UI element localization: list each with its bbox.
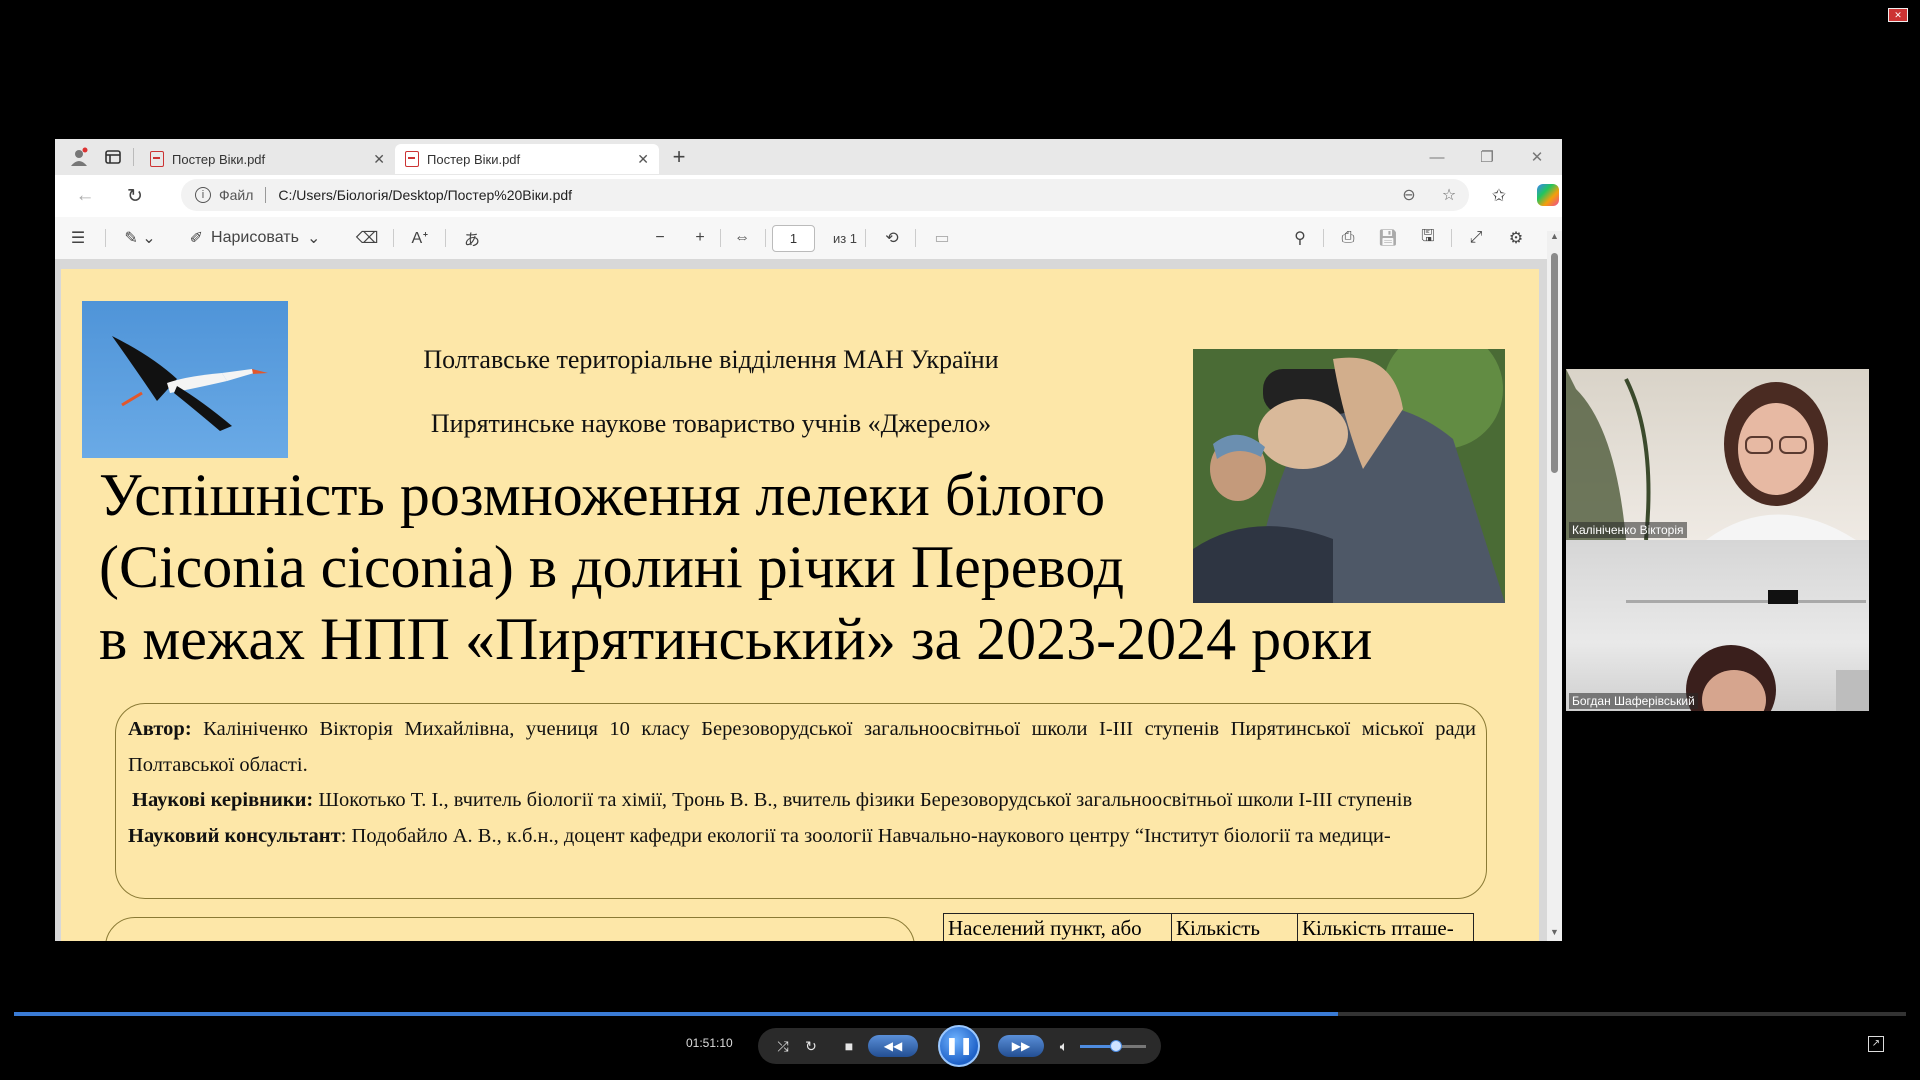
- player-controls: ⤮ ↻ ■ ◀◀ ❚❚ ▶▶ 🔈︎: [758, 1025, 1161, 1067]
- participant-video-2[interactable]: Богдан Шаферівський: [1566, 540, 1869, 711]
- info-icon[interactable]: i: [195, 187, 211, 203]
- rotate-icon[interactable]: ⟲: [875, 217, 909, 259]
- url-text[interactable]: C:/Users/Біологія/Desktop/Постер%20Віки.…: [278, 187, 1389, 203]
- zoom-out-icon[interactable]: −: [645, 217, 675, 259]
- pen-icon: ✐: [189, 230, 204, 247]
- supervisors-paragraph: Наукові керівники: Шокотько Т. І., вчите…: [128, 783, 1476, 819]
- minimize-icon[interactable]: —: [1412, 139, 1462, 175]
- contents-icon[interactable]: ☰: [63, 217, 93, 259]
- refresh-icon[interactable]: ↻: [115, 178, 155, 214]
- copilot-icon[interactable]: [1537, 184, 1559, 206]
- purpose-box: [105, 917, 915, 941]
- close-icon[interactable]: ✕: [637, 151, 649, 168]
- settings-gear-icon[interactable]: ⚙: [1499, 217, 1533, 259]
- nests-table: Населений пункт, або Кількість Кількість…: [943, 913, 1474, 941]
- new-tab-button[interactable]: +: [665, 143, 693, 171]
- tab-title: Постер Віки.pdf: [172, 151, 266, 167]
- search-icon[interactable]: ⚲: [1283, 217, 1317, 259]
- author-info-box: Автор: Калініченко Вікторія Михайлівна, …: [115, 703, 1487, 899]
- pdf-icon: [150, 151, 164, 167]
- title-line-1: Успішність розмноження лелеки білого: [99, 462, 1106, 528]
- supervisors-label: Наукові керівники:: [132, 789, 314, 811]
- table-header-cell: Кількість: [1171, 913, 1298, 941]
- volume-knob[interactable]: [1110, 1040, 1122, 1052]
- header-line-2: Пирятинське наукове товариство учнів «Дж…: [430, 409, 992, 438]
- read-aloud-icon[interactable]: Aᐩ: [405, 217, 435, 259]
- seek-progress: [14, 1012, 1339, 1016]
- page-total: из 1: [832, 230, 858, 246]
- scroll-up-icon[interactable]: ▲: [1549, 231, 1560, 241]
- fullscreen-icon[interactable]: ⤢: [1459, 217, 1493, 259]
- translate-icon[interactable]: あ: [455, 217, 489, 259]
- tab-1[interactable]: Постер Віки.pdf ✕: [140, 144, 395, 174]
- seek-bar[interactable]: [14, 1012, 1906, 1016]
- page-view-icon[interactable]: ▭: [925, 217, 959, 259]
- stork-image: [82, 301, 288, 458]
- timecode: 01:51:10: [686, 1036, 733, 1050]
- pdf-icon: [405, 151, 419, 167]
- table-header-cell: Кількість пташе-: [1297, 913, 1474, 941]
- scrollbar-thumb[interactable]: [1551, 253, 1558, 473]
- pdf-document-area[interactable]: Полтавське територіальне відділення МАН …: [55, 259, 1547, 941]
- tab-title: Постер Віки.pdf: [427, 151, 521, 167]
- zoom-icon[interactable]: ⊖: [1389, 185, 1429, 205]
- header-line-1: Полтавське територіальне відділення МАН …: [423, 345, 999, 374]
- volume-slider[interactable]: [1080, 1040, 1146, 1052]
- flag-icon[interactable]: ✕: [1888, 8, 1908, 22]
- address-bar: ← ↻ i Файл C:/Users/Біологія/Desktop/Пос…: [55, 175, 1562, 217]
- restore-icon[interactable]: ❐: [1462, 139, 1512, 175]
- pdf-toolbar: ☰ ✎ ⌄ ✐ Нарисовать ⌄ ⌫ Aᐩ あ − + ⇔ 1 из 1…: [55, 217, 1562, 259]
- zoom-in-icon[interactable]: +: [685, 217, 715, 259]
- omnibox[interactable]: i Файл C:/Users/Біологія/Desktop/Постер%…: [181, 179, 1469, 211]
- favorites-icon[interactable]: ✩: [1479, 179, 1519, 213]
- consultant-paragraph: Науковий консультант: Подобайло А. В., к…: [128, 819, 1476, 855]
- eraser-icon[interactable]: ⌫: [352, 217, 382, 259]
- fast-forward-icon[interactable]: ▶▶: [998, 1035, 1044, 1057]
- switch-view-icon[interactable]: ↗: [1868, 1036, 1884, 1052]
- pause-icon[interactable]: ❚❚: [938, 1025, 980, 1067]
- chevron-down-icon: ⌄: [306, 230, 321, 247]
- draw-button[interactable]: ✐ Нарисовать ⌄: [190, 217, 321, 259]
- draw-label: Нарисовать: [211, 229, 299, 246]
- favorite-star-icon[interactable]: ☆: [1429, 185, 1469, 205]
- author-paragraph: Автор: Калініченко Вікторія Михайлівна, …: [128, 712, 1476, 783]
- fit-width-icon[interactable]: ⇔: [725, 217, 759, 259]
- supervisors-text: Шокотько Т. І., вчитель біології та хімі…: [313, 789, 1413, 811]
- poster-page: Полтавське територіальне відділення МАН …: [61, 269, 1539, 941]
- volume-icon[interactable]: 🔈︎: [1052, 1028, 1076, 1064]
- author-text: Калініченко Вікторія Михайлівна, учениця…: [128, 718, 1476, 776]
- vertical-scrollbar[interactable]: ▲ ▼: [1547, 231, 1562, 941]
- browser-window: Постер Віки.pdf ✕ Постер Віки.pdf ✕ + — …: [55, 139, 1562, 941]
- scroll-down-icon[interactable]: ▼: [1549, 927, 1560, 937]
- participant-video-1[interactable]: Калініченко Вікторія: [1566, 369, 1869, 540]
- poster-title: Успішність розмноження лелеки білого (Ci…: [99, 459, 1479, 675]
- tab-actions-icon[interactable]: [99, 143, 127, 171]
- file-label: Файл: [219, 187, 254, 203]
- author-label: Автор:: [128, 718, 192, 740]
- stop-icon[interactable]: ■: [836, 1028, 862, 1064]
- profile-icon[interactable]: [65, 143, 93, 171]
- participant-name: Калініченко Вікторія: [1569, 522, 1687, 538]
- save-icon[interactable]: 💾︎: [1371, 217, 1405, 259]
- close-window-icon[interactable]: ✕: [1512, 139, 1562, 175]
- table-header-cell: Населений пункт, або: [943, 913, 1172, 941]
- print-icon[interactable]: ⎙: [1331, 217, 1365, 259]
- tab-2[interactable]: Постер Віки.pdf ✕: [395, 144, 659, 174]
- title-line-2: (Ciconia ciconia) в долині річки Перевод: [99, 534, 1125, 600]
- highlight-icon[interactable]: ✎ ⌄: [115, 217, 165, 259]
- consultant-text: : Подобайло А. В., к.б.н., доцент кафедр…: [340, 824, 1391, 847]
- screen: ✕ Постер Віки.pdf ✕ Постер Віки.pdf ✕ + …: [0, 0, 1920, 1080]
- close-icon[interactable]: ✕: [373, 151, 385, 168]
- title-line-3: в межах НПП «Пирятинський» за 2023-2024 …: [99, 606, 1373, 672]
- rewind-icon[interactable]: ◀◀: [868, 1035, 918, 1057]
- page-number-input[interactable]: 1: [772, 225, 815, 252]
- repeat-icon[interactable]: ↻: [798, 1028, 824, 1064]
- consultant-label: Науковий консультант: [128, 824, 341, 847]
- participant-name: Богдан Шаферівський: [1569, 693, 1698, 709]
- save-as-icon[interactable]: 🖫: [1411, 217, 1445, 259]
- shuffle-icon[interactable]: ⤮: [770, 1028, 796, 1064]
- tab-bar: Постер Віки.pdf ✕ Постер Віки.pdf ✕ + — …: [55, 139, 1562, 175]
- back-icon[interactable]: ←: [65, 178, 105, 214]
- table-header-row: Населений пункт, або Кількість Кількість…: [943, 913, 1474, 941]
